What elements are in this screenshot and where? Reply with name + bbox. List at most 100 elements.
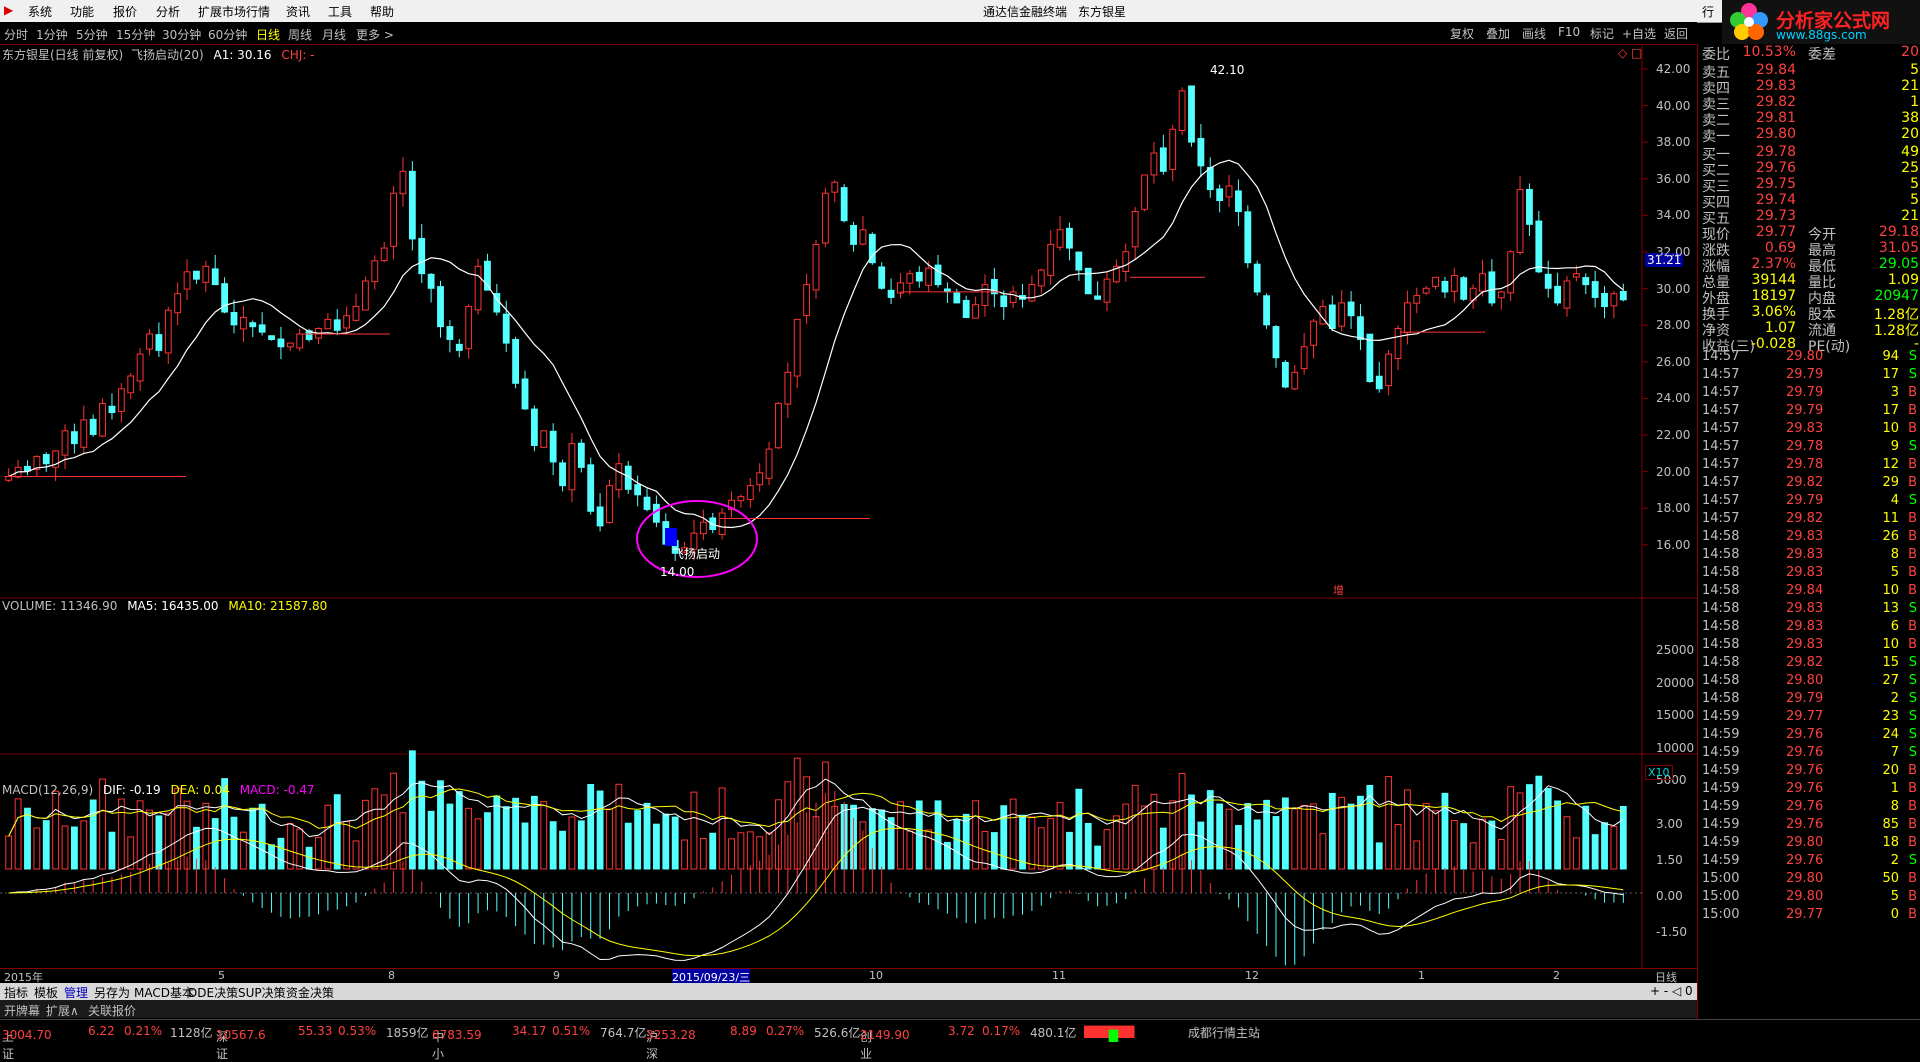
tab-related-quote[interactable]: 关联报价 [88, 1002, 136, 1019]
menu-function[interactable]: 功能 [70, 3, 94, 20]
menu-quote[interactable]: 报价 [113, 3, 137, 20]
server-name[interactable]: 成都行情主站 [1188, 1024, 1260, 1041]
restore-rights-button[interactable]: 复权 [1450, 25, 1474, 42]
app-icon[interactable]: ▶ [4, 3, 13, 17]
tab-manage[interactable]: 管理 [64, 984, 88, 1001]
weicha-label: 委差 [1808, 47, 1836, 63]
draw-line-button[interactable]: 画线 [1522, 25, 1546, 42]
tick-price: 29.79 [1786, 691, 1824, 706]
tick-price: 29.76 [1786, 727, 1824, 742]
tick-direction: S [1908, 601, 1917, 616]
tab-30min[interactable]: 30分钟 [162, 26, 201, 43]
tick-time: 14:57 [1702, 439, 1740, 454]
overlay-button[interactable]: 叠加 [1486, 25, 1510, 42]
tick-volume: 26 [1882, 529, 1899, 544]
window-button-icon[interactable]: 行 [1702, 3, 1714, 20]
candle [1281, 361, 1289, 388]
weibi-row: 委比 10.53% 委差 20 [1698, 44, 1920, 63]
candle [1488, 271, 1496, 304]
tab-dde[interactable]: DDE决策 [188, 984, 238, 1001]
tick-row: 14:58 29.84 10 B [1698, 583, 1920, 601]
zoom-controls[interactable]: + - ◁ 0 [1650, 984, 1693, 998]
candle [540, 430, 548, 448]
tab-timeshare[interactable]: 分时 [4, 26, 28, 43]
tick-price: 29.83 [1786, 547, 1824, 562]
candle [296, 333, 304, 349]
tab-1min[interactable]: 1分钟 [36, 26, 68, 43]
date-label: 9 [553, 969, 560, 982]
volume-bar [549, 821, 557, 870]
tab-extend[interactable]: 扩展∧ [46, 1002, 79, 1019]
candle [1028, 284, 1036, 302]
candle [606, 485, 613, 524]
quote-price: 29.76 [1755, 160, 1796, 176]
tab-save-as[interactable]: 另存为 [94, 984, 130, 1001]
cy-amount: 480.1亿 [1030, 1026, 1077, 1040]
price-axis-label: 26.00 [1656, 354, 1691, 369]
candle [164, 309, 172, 354]
quote-price: 29.80 [1755, 126, 1796, 142]
volume-bar [1150, 793, 1158, 870]
tick-price: 29.83 [1786, 565, 1824, 580]
tick-time: 14:57 [1702, 457, 1740, 472]
tab-fund[interactable]: 资金决策 [286, 984, 334, 1001]
tab-open-screen[interactable]: 开牌幕 [4, 1002, 40, 1019]
candle [408, 170, 416, 240]
tab-template[interactable]: 模板 [34, 984, 58, 1001]
quote-price: 29.81 [1755, 110, 1796, 126]
tab-5min[interactable]: 5分钟 [76, 26, 108, 43]
tick-row: 14:58 29.83 5 B [1698, 565, 1920, 583]
volume-bar [1206, 790, 1214, 870]
status-bar: 上证 3004.70 6.22 0.21% 1128亿 深证 10567.6 55.… [0, 1019, 1920, 1061]
volume-bar [662, 813, 670, 870]
menu-tools[interactable]: 工具 [328, 3, 352, 20]
chart-control-icons[interactable]: ◇ □ [1618, 46, 1642, 60]
candle [427, 273, 435, 289]
volume-bar [990, 832, 998, 870]
mark-button[interactable]: 标记 [1590, 25, 1614, 42]
volume-bar [239, 831, 247, 870]
tab-indicator[interactable]: 指标 [4, 984, 28, 1001]
volume-bar [80, 820, 88, 870]
tab-monthly[interactable]: 月线 [322, 26, 346, 43]
candle [1216, 188, 1224, 202]
cy-percent: 0.17% [982, 1024, 1021, 1038]
volume-bar [934, 800, 942, 870]
tab-15min[interactable]: 15分钟 [116, 26, 155, 43]
price-axis-label: 38.00 [1656, 135, 1691, 150]
quote-volume: 1 [1910, 94, 1919, 110]
menu-help[interactable]: 帮助 [370, 3, 394, 20]
back-button[interactable]: 返回 [1664, 25, 1688, 42]
date-label: 2 [1553, 969, 1560, 982]
candle [1178, 90, 1186, 132]
volume-ma10: MA10: 21587.80 [228, 599, 328, 613]
candle [775, 402, 782, 449]
kline-chart[interactable] [0, 44, 1697, 984]
quote-row[interactable]: 卖一 29.80 20 [1698, 126, 1920, 145]
tab-sup[interactable]: SUP决策 [238, 984, 286, 1001]
sz-amount: 1859亿 [386, 1026, 429, 1040]
tab-more[interactable]: 更多 > [356, 26, 394, 43]
period-bar: 分时 1分钟 5分钟 15分钟 30分钟 60分钟 日线 周线 月线 更多 > … [0, 22, 1697, 45]
menu-analysis[interactable]: 分析 [156, 3, 180, 20]
tab-daily[interactable]: 日线 [256, 26, 280, 43]
candle [202, 265, 210, 283]
weibi-value: 10.53% [1742, 44, 1796, 60]
volume-bar [1075, 788, 1083, 870]
tab-weekly[interactable]: 周线 [288, 26, 312, 43]
tab-macd-basic[interactable]: MACD基本 [134, 984, 194, 1001]
menu-news[interactable]: 资讯 [286, 3, 310, 20]
candle [1535, 220, 1543, 273]
tab-60min[interactable]: 60分钟 [208, 26, 247, 43]
tick-price: 29.80 [1786, 871, 1824, 886]
tick-time: 14:57 [1702, 385, 1740, 400]
menu-system[interactable]: 系统 [28, 3, 52, 20]
volume-bar [61, 825, 69, 870]
menu-ext-market[interactable]: 扩展市场行情 [198, 3, 270, 20]
f10-button[interactable]: F10 [1558, 25, 1580, 39]
candle [371, 260, 379, 283]
add-watchlist-button[interactable]: +自选 [1622, 25, 1656, 42]
candle [239, 317, 247, 330]
tick-time: 14:59 [1702, 799, 1740, 814]
candle [99, 402, 106, 437]
